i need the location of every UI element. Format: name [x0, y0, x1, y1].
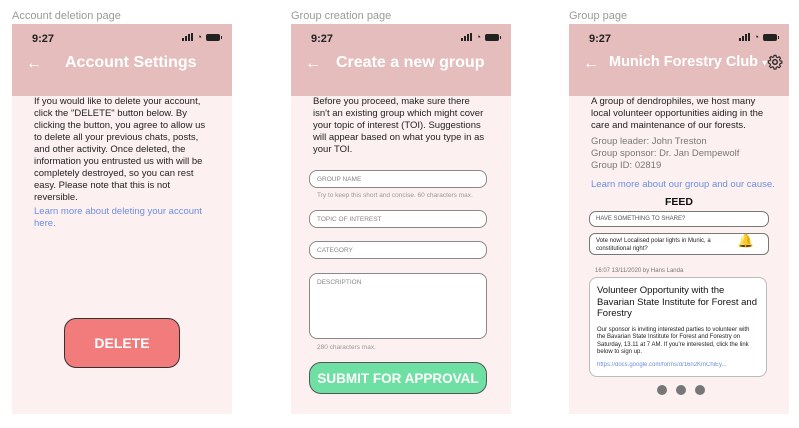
frame-label-account: Account deletion page: [12, 10, 121, 22]
page-title: Create a new group: [336, 54, 485, 71]
page-title: Account Settings: [65, 54, 197, 71]
group-name-input[interactable]: GROUP NAME: [309, 170, 487, 188]
frame-label-create: Group creation page: [291, 10, 392, 22]
header-bar: 9:27 ◔ ← Account Settings: [12, 24, 232, 96]
status-time: 9:27: [32, 33, 55, 45]
frame-label-group: Group page: [569, 10, 628, 22]
feed-post-card[interactable]: Volunteer Opportunity with the Bavarian …: [589, 277, 767, 377]
account-deletion-screen: 9:27 ◔ ← Account Settings If you would l…: [12, 24, 232, 414]
group-name: Munich Forestry Club: [609, 54, 759, 70]
battery-icon: [763, 33, 779, 41]
wifi-icon: ◔: [475, 32, 481, 42]
bell-icon: 🔔: [737, 233, 754, 248]
post-title: Volunteer Opportunity with the Bavarian …: [597, 285, 758, 319]
description-hint: 280 characters max.: [317, 344, 376, 351]
poll-card[interactable]: Vote now! Localised polar lights in Muni…: [589, 233, 769, 255]
creation-info-text: Before you proceed, make sure there isn'…: [313, 96, 485, 155]
submit-for-approval-button[interactable]: SUBMIT FOR APPROVAL: [309, 362, 487, 394]
topic-of-interest-input[interactable]: TOPIC OF INTEREST: [309, 210, 487, 228]
gear-icon[interactable]: [767, 54, 783, 70]
group-description: A group of dendrophiles, we host many lo…: [591, 96, 764, 131]
group-page-screen: 9:27 ◔ ← Munich Forestry Club ▾ A group …: [569, 24, 789, 414]
back-arrow-icon[interactable]: ←: [583, 56, 599, 72]
status-time: 9:27: [589, 33, 612, 45]
status-icons: ◔: [460, 32, 501, 42]
status-icons: ◔: [181, 32, 222, 42]
feed-heading: FEED: [664, 196, 693, 208]
pagination-dots[interactable]: [657, 385, 705, 395]
battery-icon: [206, 33, 222, 41]
poll-text: Vote now! Localised polar lights in Muni…: [596, 238, 711, 252]
wifi-icon: ◔: [196, 32, 202, 42]
learn-more-deletion-link[interactable]: Learn more about deleting your account h…: [34, 206, 210, 230]
status-time: 9:27: [311, 33, 334, 45]
pagination-dot[interactable]: [676, 385, 686, 395]
post-meta: 16:07 13/11/2020 by Hans Landa: [595, 268, 684, 274]
group-sponsor: Group sponsor: Dr. Jan Dempewolf: [591, 148, 740, 159]
battery-icon: [485, 33, 501, 41]
group-title[interactable]: Munich Forestry Club ▾: [609, 54, 767, 70]
group-name-hint: Try to keep this short and concise. 60 c…: [317, 192, 473, 199]
group-id: Group ID: 02819: [591, 160, 662, 171]
wifi-icon: ◔: [753, 32, 759, 42]
signal-icon: [181, 33, 193, 41]
pagination-dot[interactable]: [657, 385, 667, 395]
pagination-dot[interactable]: [695, 385, 705, 395]
post-body: Our sponsor is inviting interested parti…: [597, 326, 750, 356]
back-arrow-icon[interactable]: ←: [26, 56, 42, 72]
share-input[interactable]: HAVE SOMETHING TO SHARE?: [589, 211, 769, 227]
back-arrow-icon[interactable]: ←: [305, 56, 321, 72]
category-input[interactable]: CATEGORY: [309, 241, 487, 259]
header-bar: 9:27 ◔ ← Create a new group: [291, 24, 511, 96]
post-signup-link[interactable]: https://docs.google.com/forms/d/16n2KmCh…: [597, 362, 759, 368]
delete-button[interactable]: DELETE: [64, 318, 180, 368]
signal-icon: [738, 33, 750, 41]
learn-more-group-link[interactable]: Learn more about our group and our cause…: [591, 179, 775, 191]
group-leader: Group leader: John Treston: [591, 136, 707, 147]
status-icons: ◔: [738, 32, 779, 42]
deletion-info-text: If you would like to delete your account…: [34, 96, 206, 203]
group-creation-screen: 9:27 ◔ ← Create a new group Before you p…: [291, 24, 511, 414]
header-bar: 9:27 ◔ ← Munich Forestry Club ▾: [569, 24, 789, 96]
description-textarea[interactable]: DESCRIPTION: [309, 273, 487, 339]
signal-icon: [460, 33, 472, 41]
